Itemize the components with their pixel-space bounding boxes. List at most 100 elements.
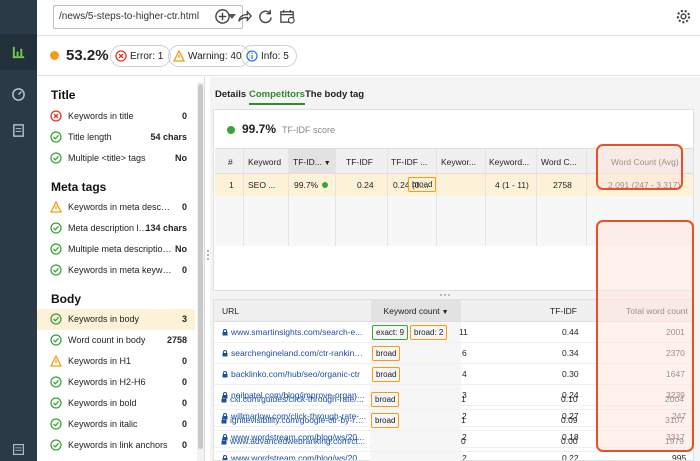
competitor-url-link[interactable]: backlinko.com/hub/seo/organic-ctr [222,369,367,379]
competitor-url-link[interactable]: www.wordstream.com/blog/ws/20... [222,453,367,460]
sidebar-item-keywords-in-link-anchors[interactable]: Keywords in link anchors 0 [37,435,195,456]
tab-details[interactable]: Details [215,89,246,100]
competitor-url-link[interactable]: www.advancedwebranking.com/ct... [221,436,366,446]
col-header-keyword-type[interactable]: Keywor... [441,157,483,167]
sidebar-item-keywords-in-h1[interactable]: Keywords in H1 0 [37,351,195,372]
column-divider [243,148,244,246]
check-circle-icon [50,376,62,388]
competitor-url-link[interactable]: cxl.com/guides/click-through-rate/... [221,394,366,404]
settings-gear-icon[interactable] [673,6,693,26]
table-row[interactable]: www.smartinsights.com/search-e... exact:… [214,322,693,343]
list-icon[interactable] [0,438,37,461]
col-header-total-word-count[interactable]: Total word count [626,306,688,316]
col-header-index[interactable]: # [228,157,233,167]
table-row[interactable]: backlinko.com/hub/seo/organic-ctr broad … [214,364,693,385]
url-value: /news/5-steps-to-higher-ctr.html [59,11,200,22]
competitor-url-link[interactable]: searchengineland.com/ctr-ranking-... [222,348,367,358]
keyword-match-badge: broad [372,346,401,361]
col-header-label: TF-ID... [293,157,322,167]
sidebar-item-value: 54 chars [150,132,187,142]
col-header-url[interactable]: URL [222,306,239,316]
keyword-count-value: 6 [462,348,467,358]
document-icon[interactable] [0,112,37,148]
share-arrow-icon[interactable] [234,6,254,26]
overall-score: 53.2% [66,47,109,64]
info-filter-pill[interactable]: Info: 5 [241,45,297,67]
col-header-word-count[interactable]: Word C... [541,157,585,167]
sidebar-scrollbar-thumb[interactable] [198,84,203,449]
sidebar-item-meta-description-length[interactable]: Meta description length 134 chars [37,218,195,239]
sidebar-item-keywords-in-meta-description[interactable]: Keywords in meta description 0 [37,197,195,218]
total-word-count-value: 2001 [666,327,685,337]
col-header-keyword-count[interactable]: Keyword count ▼ [371,300,461,321]
table-row[interactable]: cxl.com/guides/click-through-rate/... br… [213,389,694,410]
error-count: Error: 1 [130,50,164,62]
cell-tfidf: 0.24 [357,180,374,190]
tab-competitors[interactable]: Competitors [249,89,305,105]
sidebar-item-label: Multiple <title> tags [68,153,146,163]
col-header-keyword[interactable]: Keyword [248,157,281,167]
check-circle-icon [50,397,62,409]
sidebar-item-label: Keywords in meta keywords [68,265,173,275]
sidebar-item-multiple-title-tags[interactable]: Multiple <title> tags No [37,148,195,169]
tfidf-value: 0.00 [561,436,578,446]
sidebar-item-keywords-in-bold[interactable]: Keywords in bold 0 [37,393,195,414]
sort-desc-icon: ▼ [439,309,449,316]
tab-the-body-tag[interactable]: The body tag [305,89,364,100]
sidebar-item-keywords-in-h2-h6[interactable]: Keywords in H2-H6 0 [37,372,195,393]
lock-icon [221,396,227,403]
sidebar-item-word-count-in-body[interactable]: Word count in body 2758 [37,330,195,351]
check-circle-icon [50,418,62,430]
check-circle-icon [50,313,62,325]
col-header-tfidf[interactable]: TF-IDF [346,157,373,167]
competitors-table-row[interactable]: 1 SEO ... 99.7% 0.24 0.24 (0.... broad 4… [215,174,693,196]
sidebar-item-keywords-in-meta-keywords[interactable]: Keywords in meta keywords 0 [37,260,195,281]
warning-filter-pill[interactable]: Warning: 40 [168,45,250,67]
tfidf-value: 0.22 [562,453,579,461]
sidebar-item-value: 0 [181,419,187,429]
col-header-tfidf-score[interactable]: TF-ID... ▼ [289,149,336,173]
warning-count: Warning: 40 [188,50,242,62]
bar-chart-icon[interactable] [0,34,37,70]
table-row[interactable]: ignitevisibility.com/google-ctr-by-ra...… [213,410,694,431]
sidebar-item-title-length[interactable]: Title length 54 chars [37,127,195,148]
sidebar-item-value: 0 [181,265,187,275]
add-circle-icon[interactable] [212,6,232,26]
sidebar-item-value: No [175,244,187,254]
col-header-tfidf[interactable]: TF-IDF [550,306,577,316]
total-word-count-value: 1647 [666,369,685,379]
section-title-meta-tags: Meta tags [51,180,107,194]
keyword-match-badge: broad [372,367,401,382]
refresh-icon[interactable] [255,6,275,26]
sidebar-item-multiple-meta-description-tags[interactable]: Multiple meta description tags No [37,239,195,260]
competitor-url-link[interactable]: ignitevisibility.com/google-ctr-by-ra... [221,415,366,425]
warning-icon [173,50,185,62]
badge-text: broad [412,180,433,189]
sidebar-item-label: Multiple meta description tags [68,244,173,254]
sidebar-item-keywords-in-body[interactable]: Keywords in body 3 [37,309,195,330]
cell-word-count-avg: 2,091 (247 - 3,317) [608,180,681,190]
competitor-url-link[interactable]: www.smartinsights.com/search-e... [222,327,367,337]
sidebar-item-value: 0 [181,377,187,387]
horizontal-splitter-handle[interactable] [440,294,450,296]
url-text: cxl.com/guides/click-through-rate/... [230,394,364,404]
sidebar-item-keywords-in-title[interactable]: Keywords in title 0 [37,106,195,127]
sidebar-item-keywords-in-italic[interactable]: Keywords in italic 0 [37,414,195,435]
gauge-icon[interactable] [0,76,37,112]
column-divider [485,148,486,246]
keyword-match-badge: exact: 9 [372,325,409,340]
tfidf-status-dot [227,126,235,134]
column-divider [436,148,437,246]
col-header-tfidf-range[interactable]: TF-IDF ... [391,157,435,167]
col-header-keyword-count[interactable]: Keyword... [489,157,535,167]
keyword-count-value: 4 [462,369,467,379]
tfidf-value: 0.44 [562,327,579,337]
sidebar-item-label: Keywords in meta description [68,202,173,212]
table-row[interactable]: www.advancedwebranking.com/ct... 0 0.00 … [213,431,694,452]
error-filter-pill[interactable]: Error: 1 [110,45,172,67]
table-row[interactable]: searchengineland.com/ctr-ranking-... bro… [214,343,693,364]
col-header-word-count-avg[interactable]: Word Count (Avg) [611,157,679,167]
detail-tabs: Details Competitors The body tag [210,77,700,107]
lock-icon [222,350,228,357]
calendar-icon[interactable] [277,6,297,26]
